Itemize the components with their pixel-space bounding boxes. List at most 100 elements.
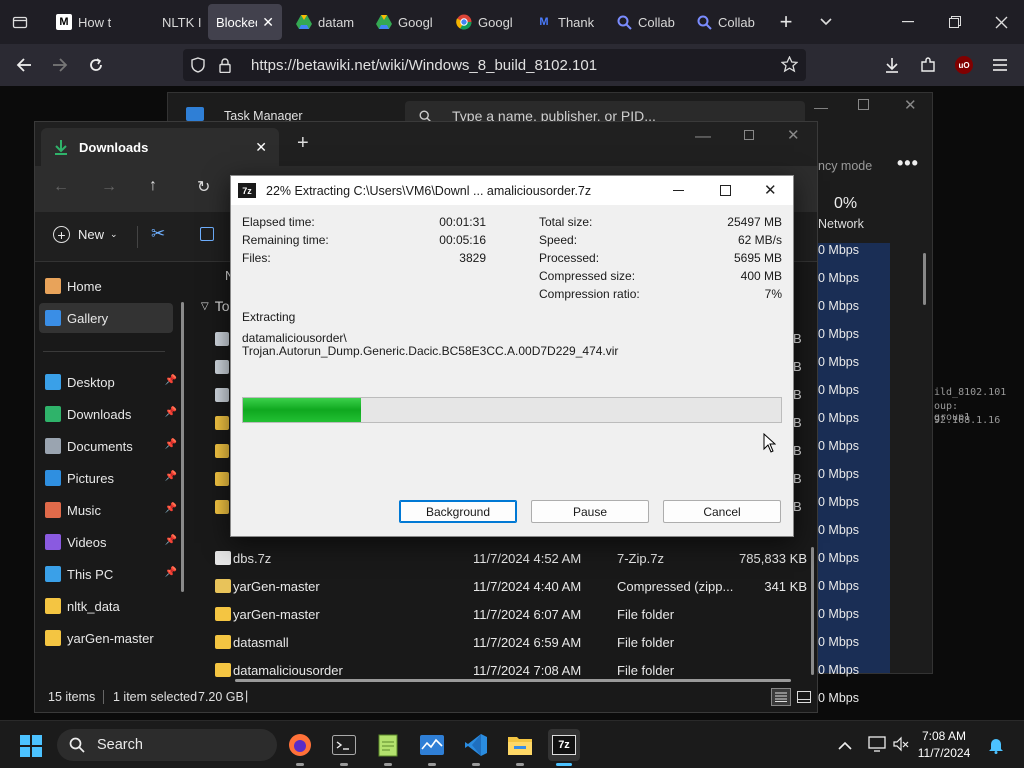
minimize-button[interactable] (894, 8, 922, 36)
list-tabs-chevron-icon[interactable] (814, 10, 838, 34)
copy-icon[interactable] (200, 227, 214, 241)
browser-tab[interactable]: M Thank (536, 4, 598, 40)
close-button[interactable]: ✕ (787, 126, 800, 144)
close-button[interactable] (987, 8, 1015, 36)
sidebar-item[interactable]: nltk_data (39, 591, 173, 621)
notification-bell-icon[interactable] (988, 736, 1004, 759)
windows-start-icon[interactable] (20, 735, 42, 762)
terminal-icon[interactable] (328, 729, 360, 766)
volume-muted-icon[interactable] (893, 736, 909, 757)
network-value: 0 Mbps (818, 663, 859, 677)
sidebar-scrollbar[interactable] (181, 302, 184, 592)
status-cursor: | (245, 689, 249, 703)
back-arrow-icon[interactable] (12, 53, 36, 77)
background-button[interactable]: Background (399, 500, 517, 523)
minimize-button[interactable]: — (695, 128, 711, 146)
browser-tab[interactable]: NLTK I (140, 4, 202, 40)
bookmark-star-icon[interactable] (780, 55, 799, 77)
cancel-button[interactable]: Cancel (663, 500, 781, 523)
sidebar-item[interactable]: Videos 📌 (39, 527, 177, 557)
new-button[interactable]: + New ⌄ (53, 226, 118, 243)
running-indicator (556, 763, 572, 766)
file-row[interactable]: datasmall 11/7/2024 6:59 AM File folder (211, 629, 807, 657)
maximize-button[interactable] (858, 99, 869, 110)
browser-tab[interactable]: datam (296, 4, 358, 40)
sidebar-item[interactable]: Documents 📌 (39, 431, 177, 461)
explorer-tab[interactable]: Downloads ✕ (41, 128, 279, 166)
notepad-plus-plus-icon[interactable] (372, 729, 404, 766)
extensions-puzzle-icon[interactable] (916, 53, 940, 77)
maximize-button[interactable] (720, 185, 731, 196)
browser-tab-active[interactable]: Blocked ✕ (208, 4, 282, 40)
new-tab-icon[interactable]: + (774, 9, 798, 34)
efficiency-mode-label[interactable]: ncy mode (818, 159, 872, 173)
up-arrow-icon[interactable]: ↑ (149, 177, 157, 195)
maximize-button[interactable] (941, 8, 969, 36)
pin-icon: 📌 (164, 439, 177, 450)
browser-tab[interactable]: Collab (616, 4, 680, 40)
new-tab-icon[interactable]: + (297, 132, 309, 155)
pause-button[interactable]: Pause (531, 500, 649, 523)
network-column-header[interactable]: Network (818, 217, 864, 231)
file-explorer-icon[interactable] (504, 729, 536, 766)
sidebar-item[interactable]: Downloads 📌 (39, 399, 177, 429)
browser-tab[interactable]: Googl (456, 4, 516, 40)
sidebar-item-label: nltk_data (67, 598, 120, 614)
sidebar-item[interactable]: Desktop 📌 (39, 367, 177, 397)
downloads-arrow-icon[interactable] (880, 53, 904, 77)
ublock-origin-icon[interactable]: uO (952, 53, 976, 77)
close-button[interactable]: ✕ (904, 96, 917, 114)
explorer-status-bar: 15 items 1 item selected 7.20 GB | (35, 682, 817, 712)
task-manager-icon[interactable] (416, 729, 448, 766)
address-bar[interactable]: https://betawiki.net/wiki/Windows_8_buil… (183, 49, 806, 81)
pictures-icon (45, 470, 61, 486)
chevron-up-icon[interactable] (838, 737, 852, 755)
file-row[interactable]: yarGen-master 11/7/2024 6:07 AM File folde… (211, 601, 807, 629)
browser-tab[interactable]: Collab (696, 4, 758, 40)
network-icon[interactable] (868, 736, 886, 757)
browser-tab[interactable]: Googl (376, 4, 440, 40)
group-header[interactable]: ▽ To (201, 298, 230, 314)
more-options-icon[interactable]: ••• (897, 153, 919, 174)
tracking-protection-shield-icon[interactable] (191, 57, 209, 73)
sidebar-item-label: Pictures (67, 470, 114, 486)
sidebar-item[interactable]: Home (39, 271, 173, 301)
close-tab-icon[interactable]: ✕ (262, 14, 274, 31)
vscode-icon[interactable] (460, 729, 492, 766)
network-percent: 0% (834, 195, 858, 212)
close-button[interactable]: ✕ (764, 181, 777, 199)
file-row[interactable]: yarGen-master 11/7/2024 4:40 AM Compressed… (211, 573, 807, 601)
back-arrow-icon[interactable]: ← (53, 178, 69, 196)
browser-tab[interactable]: M How t (56, 4, 140, 40)
maximize-button[interactable] (744, 130, 754, 140)
hamburger-menu-icon[interactable] (988, 53, 1012, 77)
sidebar-item[interactable]: This PC 📌 (39, 559, 177, 589)
forward-arrow-icon[interactable]: → (101, 178, 117, 196)
cut-icon[interactable]: ✂ (151, 224, 165, 244)
file-list-scrollbar[interactable] (811, 547, 814, 675)
minimize-button[interactable] (673, 190, 684, 191)
extract-progress-dialog[interactable]: 7z 22% Extracting C:\Users\VM6\Downl ...… (230, 175, 794, 537)
chrome-icon (456, 14, 472, 30)
task-manager-scrollbar[interactable] (923, 253, 926, 305)
close-tab-icon[interactable]: ✕ (255, 139, 267, 156)
sidebar-item[interactable]: Music 📌 (39, 495, 177, 525)
7zip-taskbar-icon[interactable]: 7z (548, 729, 580, 766)
firefox-icon[interactable] (284, 729, 316, 766)
tab-overview-icon[interactable] (8, 10, 32, 34)
minimize-button[interactable]: — (814, 99, 828, 115)
reload-icon[interactable] (84, 53, 108, 77)
file-name: yarGen-master (233, 607, 320, 622)
file-size: 341 KB (764, 579, 807, 594)
lock-icon[interactable] (219, 57, 237, 73)
system-clock[interactable]: 7:08 AM 11/7/2024 (914, 728, 974, 762)
sidebar-item[interactable]: Gallery (39, 303, 173, 333)
sidebar-item[interactable]: yarGen-master (39, 623, 173, 653)
taskbar-search-box[interactable]: Search (57, 729, 277, 761)
forward-arrow-icon[interactable] (48, 53, 72, 77)
tiles-view-icon[interactable] (795, 688, 813, 706)
refresh-icon[interactable]: ↻ (197, 177, 210, 197)
details-view-icon[interactable] (771, 688, 791, 706)
file-row[interactable]: dbs.7z 11/7/2024 4:52 AM 7-Zip.7z 785,833 K… (211, 545, 807, 573)
sidebar-item[interactable]: Pictures 📌 (39, 463, 177, 493)
